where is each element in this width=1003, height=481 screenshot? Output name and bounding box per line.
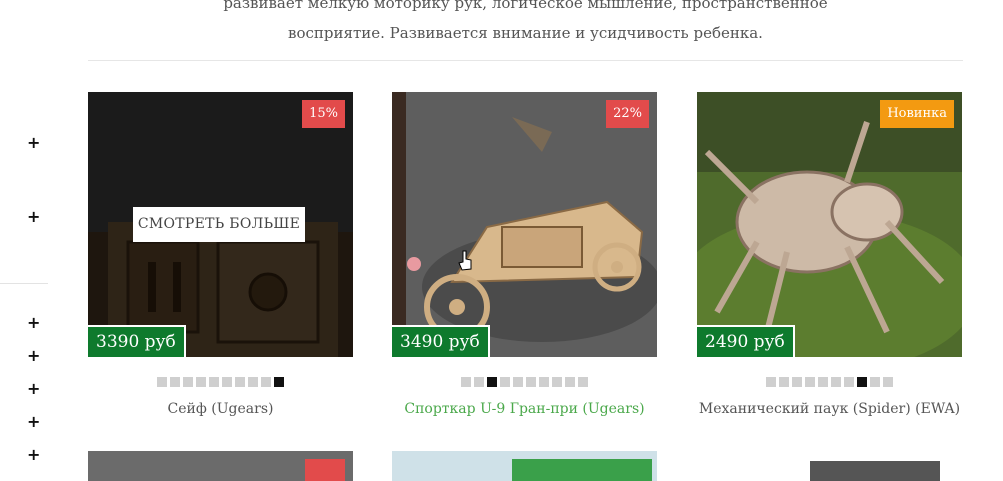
product-name[interactable]: Сейф (Ugears) xyxy=(88,401,353,417)
image-slider-dots xyxy=(392,377,657,387)
expand-icon[interactable]: + xyxy=(27,135,40,151)
hand-cursor-icon xyxy=(458,250,472,271)
slider-dot[interactable] xyxy=(183,377,193,387)
slider-dot[interactable] xyxy=(870,377,880,387)
image-slider-dots xyxy=(697,377,962,387)
slider-dot[interactable] xyxy=(552,377,562,387)
slider-dot[interactable] xyxy=(474,377,484,387)
slider-dot[interactable] xyxy=(196,377,206,387)
product-card[interactable]: СМОТРЕТЬ БОЛЬШЕ 15% 3390 руб Сейф (Ugear… xyxy=(88,92,353,417)
slider-dot[interactable] xyxy=(766,377,776,387)
product-image[interactable]: Новинка 2490 руб xyxy=(697,92,962,357)
expand-icon[interactable]: + xyxy=(27,381,40,397)
product-name[interactable]: Спорткар U-9 Гран-при (Ugears) xyxy=(392,401,657,417)
divider xyxy=(88,60,963,61)
product-image xyxy=(810,461,940,481)
slider-dot[interactable] xyxy=(539,377,549,387)
expand-icon[interactable]: + xyxy=(27,447,40,463)
sportscar-image xyxy=(392,92,657,357)
slider-dot[interactable] xyxy=(779,377,789,387)
category-description: развивает мелкую моторику рук, логическо… xyxy=(88,0,963,48)
discount-badge: 22% xyxy=(606,100,649,128)
product-name[interactable]: Механический паук (Spider) (EWA) xyxy=(697,401,962,417)
product-card-partial[interactable] xyxy=(88,451,353,481)
slider-dot-active[interactable] xyxy=(487,377,497,387)
expand-icon[interactable]: + xyxy=(27,315,40,331)
badge xyxy=(512,459,652,481)
spider-image xyxy=(697,92,962,357)
product-card[interactable]: Новинка 2490 руб Механический паук (Spid… xyxy=(697,92,962,417)
slider-dot[interactable] xyxy=(792,377,802,387)
slider-dot[interactable] xyxy=(883,377,893,387)
slider-dot[interactable] xyxy=(209,377,219,387)
price-tag: 2490 руб xyxy=(697,325,795,357)
slider-dot[interactable] xyxy=(818,377,828,387)
product-image[interactable]: СМОТРЕТЬ БОЛЬШЕ 15% 3390 руб xyxy=(88,92,353,357)
description-line-2: восприятие. Развивается внимание и усидч… xyxy=(288,24,763,42)
discount-badge: 15% xyxy=(302,100,345,128)
slider-dot[interactable] xyxy=(461,377,471,387)
product-image[interactable]: 22% 3490 руб xyxy=(392,92,657,357)
slider-dot[interactable] xyxy=(805,377,815,387)
description-line-1: развивает мелкую моторику рук, логическо… xyxy=(223,0,828,12)
slider-dot[interactable] xyxy=(565,377,575,387)
price-tag: 3390 руб xyxy=(88,325,186,357)
slider-dot[interactable] xyxy=(170,377,180,387)
image-slider-dots xyxy=(88,377,353,387)
slider-dot[interactable] xyxy=(261,377,271,387)
category-sidebar: + + + + + + + xyxy=(0,0,50,471)
new-badge: Новинка xyxy=(880,100,954,128)
product-card-partial[interactable] xyxy=(760,451,945,481)
slider-dot[interactable] xyxy=(157,377,167,387)
discount-badge xyxy=(305,459,345,481)
slider-dot[interactable] xyxy=(235,377,245,387)
price-tag: 3490 руб xyxy=(392,325,490,357)
slider-dot[interactable] xyxy=(844,377,854,387)
slider-dot-active[interactable] xyxy=(274,377,284,387)
slider-dot[interactable] xyxy=(513,377,523,387)
view-more-button[interactable]: СМОТРЕТЬ БОЛЬШЕ xyxy=(133,207,305,242)
product-card[interactable]: 22% 3490 руб Спорткар U-9 Гран-при (Ugea… xyxy=(392,92,657,417)
expand-icon[interactable]: + xyxy=(27,348,40,364)
slider-dot[interactable] xyxy=(222,377,232,387)
slider-dot[interactable] xyxy=(578,377,588,387)
slider-dot[interactable] xyxy=(831,377,841,387)
expand-icon[interactable]: + xyxy=(27,209,40,225)
slider-dot-active[interactable] xyxy=(857,377,867,387)
sidebar-divider xyxy=(0,283,48,284)
slider-dot[interactable] xyxy=(526,377,536,387)
slider-dot[interactable] xyxy=(500,377,510,387)
product-card-partial[interactable] xyxy=(392,451,657,481)
slider-dot[interactable] xyxy=(248,377,258,387)
expand-icon[interactable]: + xyxy=(27,414,40,430)
